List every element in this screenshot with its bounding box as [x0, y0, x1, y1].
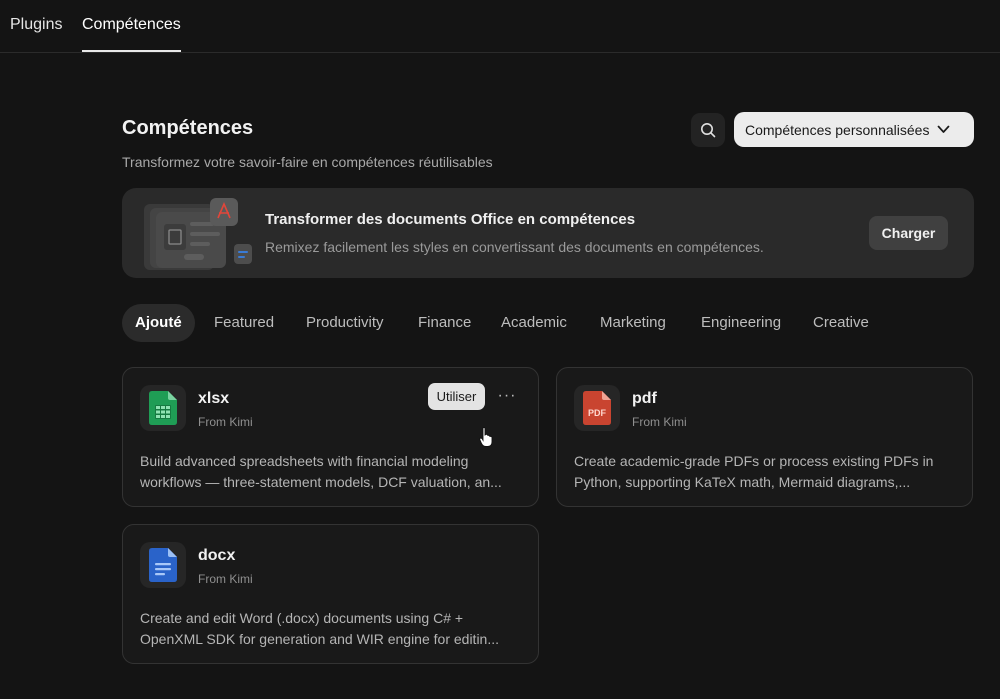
- skill-description: Create and edit Word (.docx) documents u…: [140, 608, 525, 650]
- search-button[interactable]: [691, 113, 725, 147]
- banner-title: Transformer des documents Office en comp…: [265, 211, 636, 228]
- skill-description-line: Create academic-grade PDFs or process ex…: [574, 453, 934, 469]
- spreadsheet-icon: [149, 391, 177, 425]
- page-subtitle: Transformez votre savoir-faire en compét…: [122, 154, 493, 170]
- tab-plugins[interactable]: Plugins: [10, 16, 62, 52]
- office-conversion-banner: Transformer des documents Office en comp…: [122, 188, 974, 278]
- category-tab-academic[interactable]: Academic: [501, 304, 567, 342]
- tab-competences[interactable]: Compétences: [82, 16, 181, 52]
- search-icon: [701, 123, 716, 138]
- category-tab-engineering[interactable]: Engineering: [701, 304, 781, 342]
- document-stack-illustration: [144, 198, 252, 270]
- skill-description-line: Build advanced spreadsheets with financi…: [140, 453, 469, 469]
- skill-name: docx: [198, 547, 236, 564]
- more-options-button[interactable]: ···: [495, 386, 519, 406]
- skill-source: From Kimi: [632, 415, 687, 429]
- skill-source: From Kimi: [198, 415, 253, 429]
- banner-description: Remixez facilement les styles en convert…: [265, 239, 764, 255]
- category-tab-productivity[interactable]: Productivity: [306, 304, 384, 342]
- skill-icon-box: [140, 385, 186, 431]
- skill-card-docx[interactable]: docx From Kimi Create and edit Word (.do…: [122, 524, 539, 664]
- pdf-icon: PDF: [583, 391, 611, 425]
- skill-name: xlsx: [198, 390, 230, 407]
- category-tab-marketing[interactable]: Marketing: [600, 304, 666, 342]
- skill-description-line: OpenXML SDK for generation and WIR engin…: [140, 631, 500, 647]
- category-tab-featured[interactable]: Featured: [214, 304, 274, 342]
- use-button[interactable]: Utiliser: [428, 383, 485, 410]
- category-tab-finance[interactable]: Finance: [418, 304, 471, 342]
- skill-description: Create academic-grade PDFs or process ex…: [574, 451, 959, 493]
- page-title: Compétences: [122, 117, 254, 139]
- skill-description-line: Create and edit Word (.docx) documents u…: [140, 610, 464, 626]
- skill-name: pdf: [632, 390, 657, 407]
- hand-cursor-icon: [479, 427, 493, 447]
- skill-icon-box: [140, 542, 186, 588]
- upload-button[interactable]: Charger: [869, 216, 948, 250]
- skill-card-xlsx[interactable]: xlsx From Kimi Utiliser ··· Build advanc…: [122, 367, 539, 507]
- skill-icon-box: PDF: [574, 385, 620, 431]
- skill-description-line: Python, supporting KaTeX math, Mermaid d…: [574, 474, 911, 490]
- skill-source: From Kimi: [198, 572, 253, 586]
- pdf-icon-label: PDF: [588, 408, 607, 418]
- chevron-down-icon: [938, 125, 950, 133]
- category-tab-added[interactable]: Ajouté: [122, 304, 195, 342]
- word-document-icon: [149, 548, 177, 582]
- top-navigation: Plugins Compétences: [0, 0, 1000, 53]
- skill-card-pdf[interactable]: PDF pdf From Kimi Create academic-grade …: [556, 367, 973, 507]
- custom-skills-dropdown[interactable]: Compétences personnalisées: [734, 112, 974, 147]
- custom-skills-dropdown-label: Compétences personnalisées: [745, 121, 930, 138]
- category-tab-creative[interactable]: Creative: [813, 304, 869, 342]
- skill-description: Build advanced spreadsheets with financi…: [140, 451, 525, 493]
- skill-description-line: workflows — three-statement models, DCF …: [140, 474, 502, 490]
